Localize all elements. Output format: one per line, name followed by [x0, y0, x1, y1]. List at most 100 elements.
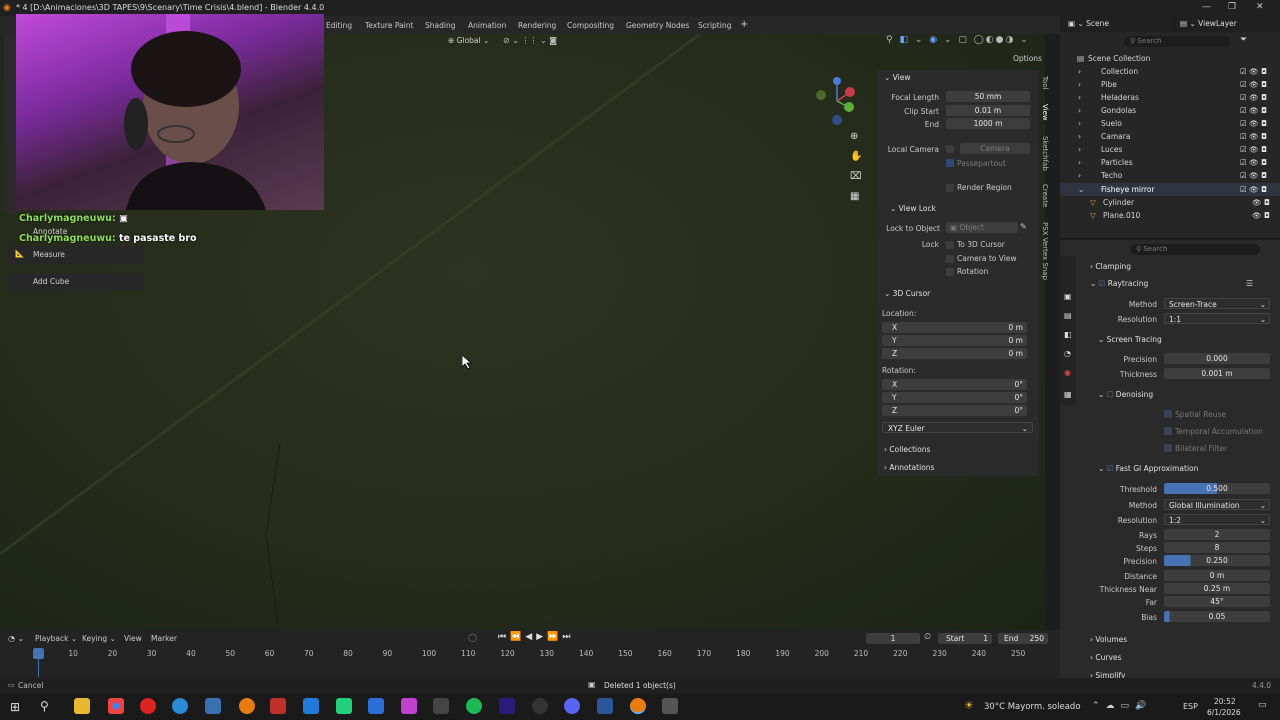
tab-editing[interactable]: Editing: [326, 21, 352, 30]
menu-keying[interactable]: Keying ⌄: [82, 634, 116, 643]
preview-range-icon[interactable]: ⏲: [924, 632, 931, 642]
camera-view-icon[interactable]: ⌧: [850, 171, 862, 182]
outliner-item-particles[interactable]: › Particles ☑ 👁 ◘: [1060, 156, 1280, 169]
outliner-item-plane-010[interactable]: ▽ Plane.010 👁 ◘: [1060, 209, 1280, 222]
notifications-icon[interactable]: ▭: [1258, 700, 1267, 710]
outliner-item-luces[interactable]: › Luces ☑ 👁 ◘: [1060, 143, 1280, 156]
photos-icon[interactable]: [303, 698, 319, 714]
properties-search-field[interactable]: ⚲ Search: [1130, 244, 1260, 255]
cursor-rx-field[interactable]: X 0°: [882, 379, 1027, 390]
start-frame-field[interactable]: Start 1: [938, 633, 992, 644]
3d-cursor-section-header[interactable]: ⌄ 3D Cursor: [884, 289, 930, 298]
language-indicator[interactable]: ESP: [1183, 702, 1198, 711]
denoising-panel-header[interactable]: ⌄ ☐ Denoising: [1098, 390, 1153, 399]
minimize-icon[interactable]: —: [1202, 2, 1211, 12]
gi-resolution-dropdown[interactable]: 1:2 ⌄: [1164, 514, 1270, 525]
camera-to-view-checkbox[interactable]: [946, 255, 954, 263]
rays-field[interactable]: 2: [1164, 529, 1270, 540]
sidebar-tab-tool[interactable]: Tool: [1041, 76, 1049, 90]
menu-playback[interactable]: Playback ⌄: [35, 634, 77, 643]
unity-icon[interactable]: [433, 698, 449, 714]
outliner-item-camara[interactable]: › Camara ☑ 👁 ◘: [1060, 130, 1280, 143]
clamping-panel-header[interactable]: › Clamping: [1090, 262, 1131, 271]
auto-keying-icon[interactable]: ◯: [468, 633, 477, 642]
playhead[interactable]: [33, 648, 44, 659]
tool-measure[interactable]: 📐 Measure: [8, 246, 144, 264]
tab-texture-paint[interactable]: Texture Paint: [365, 21, 413, 30]
bilateral-filter-checkbox[interactable]: [1164, 444, 1172, 452]
outliner-search-field[interactable]: ⚲ Search: [1124, 36, 1230, 47]
view-lock-section-header[interactable]: ⌄ View Lock: [890, 204, 936, 213]
render-region-checkbox[interactable]: [946, 184, 954, 192]
clip-end-field[interactable]: 1000 m: [946, 118, 1030, 129]
outliner-item-cylinder[interactable]: ▽ Cylinder 👁 ◘: [1060, 196, 1280, 209]
outliner-item-techo[interactable]: › Techo ☑ 👁 ◘: [1060, 169, 1280, 182]
outliner-root[interactable]: ▤ Scene Collection: [1060, 52, 1280, 65]
view-layer-selector[interactable]: ▤ ⌄ ViewLayer: [1176, 16, 1280, 32]
outliner-item-gondolas[interactable]: › Gondolas ☑ 👁 ◘: [1060, 104, 1280, 117]
focal-length-field[interactable]: 50 mm: [946, 91, 1030, 102]
eyedropper-icon[interactable]: ✎: [1020, 222, 1027, 231]
add-workspace-button[interactable]: +: [740, 19, 748, 30]
maximize-icon[interactable]: ❐: [1228, 2, 1236, 12]
edge-icon[interactable]: [172, 698, 188, 714]
passepartout-checkbox[interactable]: [946, 159, 954, 167]
tab-compositing[interactable]: Compositing: [567, 21, 614, 30]
camera-field[interactable]: Camera: [960, 143, 1030, 154]
snap-icon[interactable]: ⊘ ⌄ ⋮⋮ ⌄ ◙: [503, 36, 557, 45]
menu-view[interactable]: View: [124, 634, 142, 643]
viewport-shading-icons[interactable]: ⚲ ◧ ⌄ ◉ ⌄ ▢ ◯◐●◑ ⌄: [886, 35, 1030, 45]
clock-time[interactable]: 20:52: [1214, 697, 1236, 706]
sidebar-tab-create[interactable]: Create: [1041, 184, 1049, 207]
view-section-header[interactable]: ⌄ View: [884, 73, 910, 82]
pycharm-icon[interactable]: [336, 698, 352, 714]
gi-method-dropdown[interactable]: Global Illumination ⌄: [1164, 499, 1270, 510]
frame-ruler[interactable]: 1102030405060708090100110120130140150160…: [0, 646, 1055, 660]
blender-taskbar-icon[interactable]: [239, 698, 255, 714]
clock-date[interactable]: 6/1/2026: [1207, 708, 1241, 717]
method-dropdown[interactable]: Screen-Trace ⌄: [1164, 298, 1270, 309]
options-button[interactable]: Options: [1013, 54, 1042, 63]
to-3d-cursor-checkbox[interactable]: [946, 241, 954, 249]
visual-studio-icon[interactable]: [368, 698, 384, 714]
scene-selector[interactable]: ▣ ⌄ Scene: [1060, 16, 1172, 32]
cursor-z-field[interactable]: Z 0 m: [882, 348, 1027, 359]
rotation-lock-checkbox[interactable]: [946, 268, 954, 276]
collection-tab-icon[interactable]: ▦: [1064, 390, 1072, 399]
windows-start-icon[interactable]: ⊞: [10, 700, 20, 714]
cursor-y-field[interactable]: Y 0 m: [882, 335, 1027, 346]
thickness-near-field[interactable]: 0.25 m: [1164, 583, 1270, 594]
close-icon[interactable]: ✕: [1256, 2, 1264, 12]
temporal-accumulation-checkbox[interactable]: [1164, 427, 1172, 435]
current-frame-field[interactable]: 1: [866, 633, 920, 644]
playback-controls[interactable]: ⏮⏪◀▶⏩⏭: [498, 632, 574, 642]
file-explorer-icon[interactable]: [74, 698, 90, 714]
sidebar-tab-sketchfab[interactable]: Sketchfab: [1041, 136, 1049, 171]
blender-active-icon[interactable]: [630, 698, 646, 714]
spotify-icon[interactable]: [466, 698, 482, 714]
thickness-field[interactable]: 0.001 m: [1164, 368, 1270, 379]
tray-icons[interactable]: ⌃☁▭🔊: [1092, 701, 1152, 711]
ortho-grid-icon[interactable]: ▦: [850, 191, 859, 202]
screen-tracing-panel-header[interactable]: ⌄ Screen Tracing: [1098, 335, 1162, 344]
bias-slider[interactable]: 0.05: [1164, 611, 1270, 622]
distance-field[interactable]: 0 m: [1164, 570, 1270, 581]
cursor-x-field[interactable]: X 0 m: [882, 322, 1027, 333]
gi-precision-slider[interactable]: 0.250: [1164, 555, 1270, 566]
filter-icon[interactable]: ⏷: [1240, 35, 1247, 45]
chrome-icon[interactable]: [108, 698, 124, 714]
tab-scripting[interactable]: Scripting: [698, 21, 731, 30]
local-camera-checkbox[interactable]: [946, 145, 954, 153]
annotations-section-header[interactable]: › Annotations: [884, 463, 934, 472]
app3-icon[interactable]: [662, 698, 678, 714]
volumes-panel-header[interactable]: › Volumes: [1090, 635, 1127, 644]
cursor-ry-field[interactable]: Y 0°: [882, 392, 1027, 403]
pan-hand-icon[interactable]: ✋: [850, 151, 862, 162]
weather-text[interactable]: 30°C Mayorm. soleado: [984, 702, 1081, 712]
obs-icon[interactable]: [532, 698, 548, 714]
outliner-item-suelo[interactable]: › Suelo ☑ 👁 ◘: [1060, 117, 1280, 130]
tab-shading[interactable]: Shading: [425, 21, 455, 30]
tool-add-cube[interactable]: Add Cube: [8, 273, 144, 291]
word-icon[interactable]: [597, 698, 613, 714]
opera-icon[interactable]: [140, 698, 156, 714]
